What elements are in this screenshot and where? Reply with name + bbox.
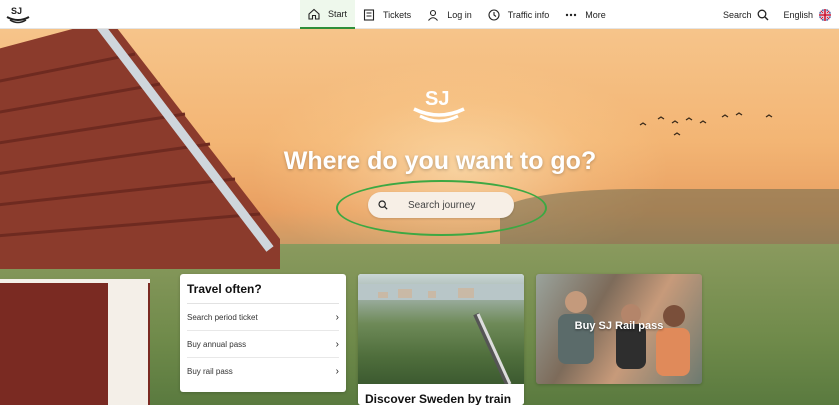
search-icon: [378, 200, 388, 210]
birds-image: [639, 112, 773, 136]
hero-section: SJ Where do you want to go? Search journ…: [0, 29, 839, 405]
hero-headline: Where do you want to go?: [283, 147, 597, 175]
nav-start[interactable]: Start: [300, 0, 356, 29]
rail-pass-card[interactable]: Buy SJ Rail pass: [536, 274, 702, 384]
discover-sweden-card[interactable]: Discover Sweden by train: [358, 274, 524, 405]
language-button[interactable]: English: [783, 8, 831, 21]
nav-login-label: Log in: [447, 9, 472, 20]
chevron-right-icon: ›: [335, 366, 339, 377]
chevron-right-icon: ›: [335, 338, 339, 350]
nav-more-label: More: [585, 9, 606, 20]
travel-link-rail-pass[interactable]: Buy rail pass ›: [187, 358, 339, 385]
language-label: English: [783, 9, 813, 20]
travel-link-label: Search period ticket: [187, 312, 258, 322]
search-label: Search: [722, 9, 752, 20]
background-hills: [500, 189, 839, 249]
rail-pass-title: Buy SJ Rail pass: [574, 320, 664, 332]
discover-sweden-title: Discover Sweden by train: [358, 384, 524, 405]
travel-link-period-ticket[interactable]: Search period ticket ›: [187, 304, 339, 331]
chevron-right-icon: ›: [335, 311, 339, 323]
nav-start-label: Start: [328, 8, 348, 19]
home-icon: [308, 8, 320, 20]
house-corner-image: [108, 279, 148, 405]
sj-logo[interactable]: SJ: [5, 4, 31, 25]
travel-often-title: Travel often?: [187, 282, 339, 304]
user-icon: [428, 9, 439, 21]
top-bar: SJ Start Tickets Log in Traffic info Mor…: [0, 0, 839, 29]
search-icon: [758, 9, 769, 20]
travel-link-annual-pass[interactable]: Buy annual pass ›: [187, 331, 339, 358]
ticket-icon: [363, 8, 375, 21]
nav-traffic-info[interactable]: Traffic info: [480, 0, 558, 29]
nav-more[interactable]: More: [557, 0, 614, 29]
svg-text:SJ: SJ: [11, 6, 22, 16]
main-nav: Start Tickets Log in Traffic info More: [300, 0, 614, 29]
svg-text:SJ: SJ: [425, 88, 449, 110]
clock-icon: [488, 8, 500, 21]
more-dots-icon: [566, 13, 577, 16]
nav-tickets-label: Tickets: [383, 9, 412, 20]
nav-tickets[interactable]: Tickets: [355, 0, 419, 29]
search-journey-label: Search journey: [408, 199, 476, 211]
aerial-train-image: [358, 274, 524, 386]
search-journey-button[interactable]: Search journey: [368, 192, 514, 218]
uk-flag-icon: [819, 8, 831, 21]
search-button[interactable]: Search: [723, 9, 770, 21]
nav-login[interactable]: Log in: [419, 0, 480, 29]
sj-hero-logo: SJ: [413, 88, 465, 123]
travel-often-card: Travel often? Search period ticket › Buy…: [180, 274, 346, 392]
header-tools: Search English: [709, 0, 831, 29]
travel-link-label: Buy rail pass: [187, 367, 233, 376]
nav-traffic-info-label: Traffic info: [507, 9, 550, 20]
travel-link-label: Buy annual pass: [187, 339, 247, 349]
